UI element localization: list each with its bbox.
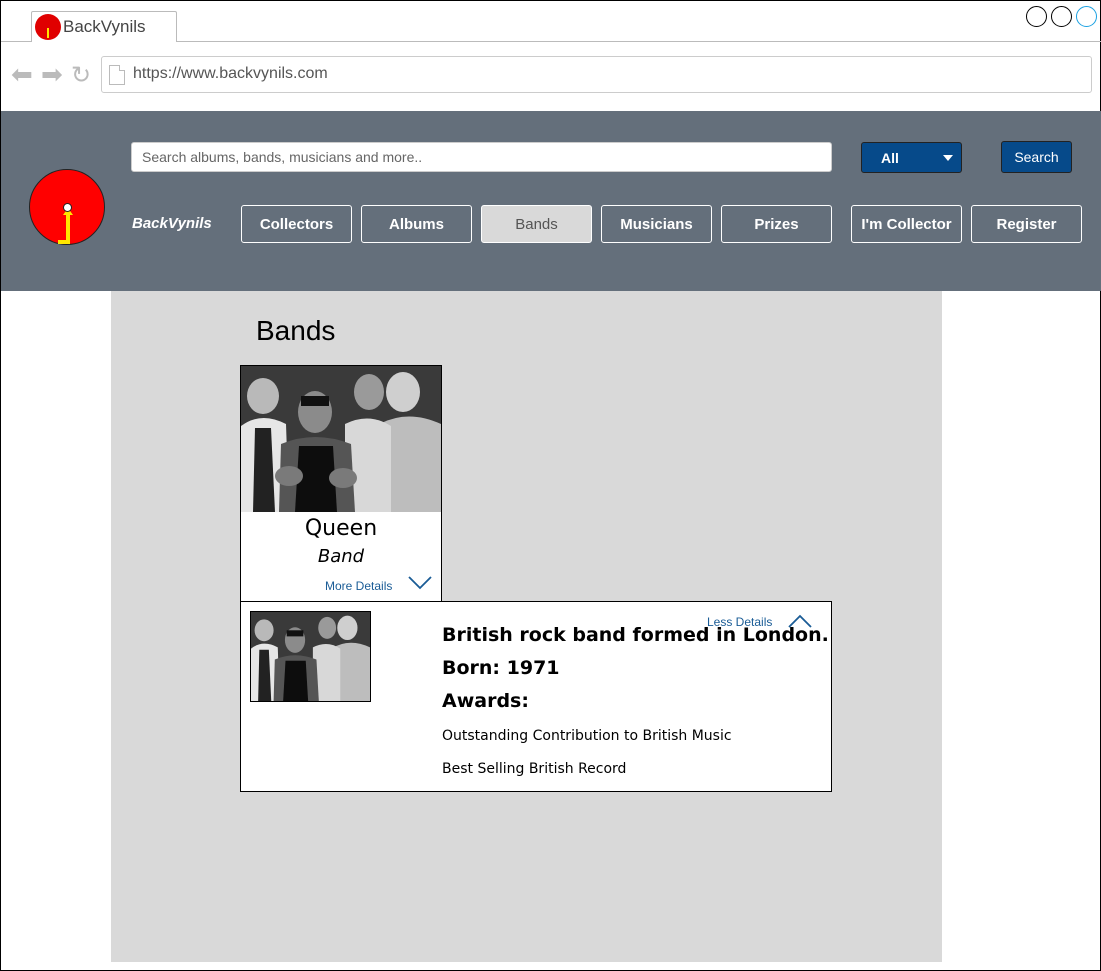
page-title: Bands <box>256 315 336 346</box>
reload-icon[interactable]: ↻ <box>71 62 97 88</box>
search-filter-select[interactable]: All <box>861 142 962 173</box>
arrow-right-icon[interactable]: ➡ <box>41 62 67 88</box>
brand-name[interactable]: BackVynils <box>132 215 212 232</box>
site-header: All Search BackVynils Collectors Albums … <box>1 111 1101 291</box>
window-close-icon[interactable] <box>1076 6 1097 27</box>
search-filter-value: All <box>881 150 899 166</box>
browser-tab[interactable]: BackVynils <box>31 11 177 42</box>
band-type: Band <box>317 546 365 567</box>
band-details-panel: Less Details British rock band formed in… <box>240 601 832 792</box>
tab-title: BackVynils <box>63 17 146 36</box>
award-item: Best Selling British Record <box>442 761 627 777</box>
search-button[interactable]: Search <box>1001 141 1072 173</box>
nav-prizes[interactable]: Prizes <box>721 205 832 243</box>
window-minimize-icon[interactable] <box>1026 6 1047 27</box>
tab-bar: BackVynils <box>1 1 1101 42</box>
browser-window: BackVynils ⬅ ➡ ↻ https://www.backvynils.… <box>0 0 1101 971</box>
url-text: https://www.backvynils.com <box>133 65 328 82</box>
nav-register[interactable]: Register <box>971 205 1082 243</box>
band-born: Born: 1971 <box>442 657 560 679</box>
nav-collectors[interactable]: Collectors <box>241 205 352 243</box>
logo-arm-foot <box>58 240 70 244</box>
band-detail-photo <box>250 611 371 702</box>
address-bar: ⬅ ➡ ↻ https://www.backvynils.com <box>1 42 1101 111</box>
awards-heading: Awards: <box>442 690 529 712</box>
search-input[interactable] <box>131 142 832 172</box>
band-photo <box>241 366 441 512</box>
band-description: British rock band formed in London. <box>442 624 829 646</box>
window-maximize-icon[interactable] <box>1051 6 1072 27</box>
nav-musicians[interactable]: Musicians <box>601 205 712 243</box>
nav-albums[interactable]: Albums <box>361 205 472 243</box>
nav-im-collector[interactable]: I'm Collector <box>851 205 962 243</box>
page-icon <box>109 65 125 85</box>
band-card[interactable]: Queen Band More Details <box>240 365 442 602</box>
url-field[interactable]: https://www.backvynils.com <box>101 56 1092 93</box>
arrow-left-icon[interactable]: ⬅ <box>11 62 37 88</box>
award-item: Outstanding Contribution to British Musi… <box>442 728 732 744</box>
chevron-down-icon[interactable] <box>408 576 432 590</box>
band-name: Queen <box>304 516 378 541</box>
caret-down-icon <box>943 155 953 161</box>
logo-center-dot <box>63 203 72 212</box>
logo[interactable] <box>29 169 105 245</box>
more-details-link[interactable]: More Details <box>325 579 392 593</box>
main-content: Bands Queen Band More Details Less Detai… <box>111 291 942 962</box>
nav-bands[interactable]: Bands <box>481 205 592 243</box>
favicon-icon <box>35 14 61 40</box>
